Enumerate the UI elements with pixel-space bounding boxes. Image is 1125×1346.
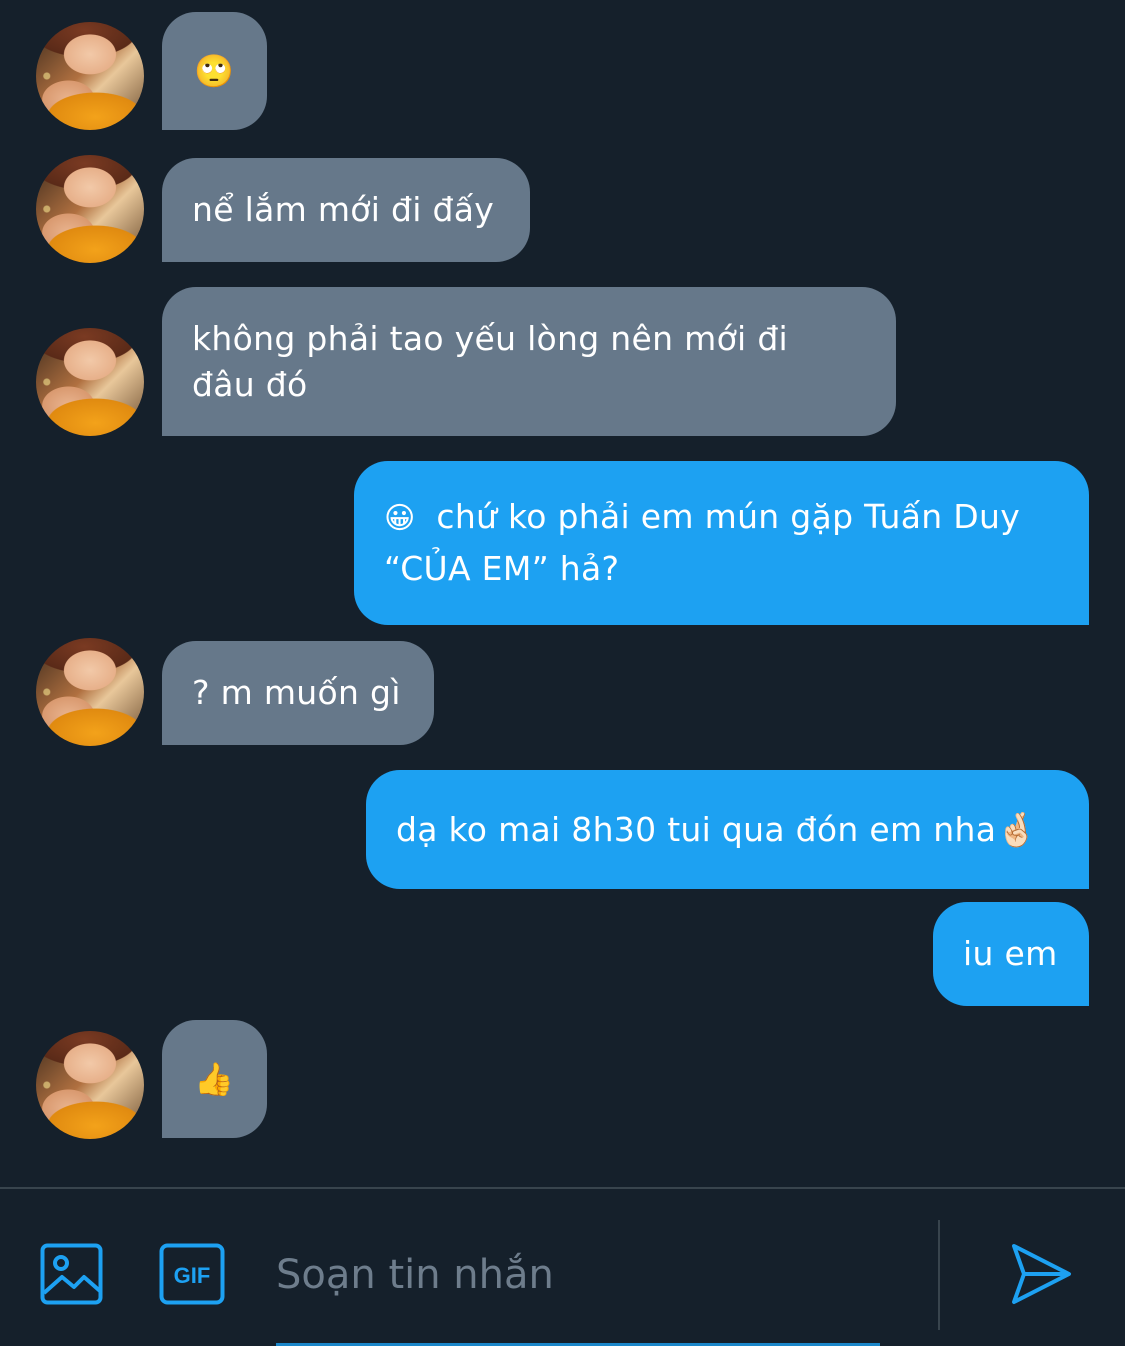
sender-avatar[interactable] [36,638,144,746]
message-text: ? m muốn gì [192,673,401,712]
dm-conversation-screen: 🙄 nể lắm mới đi đấy không phải tao yếu l… [0,0,1125,1346]
message-emoji: 🙄 [194,52,235,90]
composer-divider [0,1187,1125,1189]
message-text: chứ ko phải em mún gặp Tuấn Duy “CỦA EM”… [384,497,1021,588]
gif-icon[interactable]: GIF [159,1243,225,1305]
send-icon[interactable] [1008,1242,1072,1306]
incoming-message-bubble[interactable]: 👍 [162,1020,267,1138]
incoming-message-bubble[interactable]: ? m muốn gì [162,641,434,745]
outgoing-message-bubble[interactable]: dạ ko mai 8h30 tui qua đón em nha🤞🏻 [366,770,1089,889]
gif-label: GIF [174,1263,211,1288]
sender-avatar[interactable] [36,155,144,263]
message-text: nể lắm mới đi đấy [192,190,495,229]
image-icon[interactable] [40,1243,103,1305]
sender-avatar[interactable] [36,328,144,436]
composer-separator [938,1220,940,1330]
message-emoji: 👍 [194,1060,235,1098]
message-text: iu em [963,934,1058,973]
message-content: 😀 chứ ko phải em mún gặp Tuấn Duy “CỦA E… [384,492,1049,594]
incoming-message-bubble[interactable]: nể lắm mới đi đấy [162,158,530,262]
sender-avatar[interactable] [36,22,144,130]
incoming-message-bubble[interactable]: không phải tao yếu lòng nên mới đi đâu đ… [162,287,896,436]
incoming-message-bubble[interactable]: 🙄 [162,12,267,130]
message-text: không phải tao yếu lòng nên mới đi đâu đ… [192,318,789,404]
outgoing-message-bubble[interactable]: iu em [933,902,1089,1006]
message-text: dạ ko mai 8h30 tui qua đón em nha🤞🏻 [396,809,1038,849]
sender-avatar[interactable] [36,1031,144,1139]
message-emoji: 😀 [384,501,416,536]
outgoing-message-bubble[interactable]: 😀 chứ ko phải em mún gặp Tuấn Duy “CỦA E… [354,461,1089,625]
message-input[interactable] [276,1240,916,1310]
